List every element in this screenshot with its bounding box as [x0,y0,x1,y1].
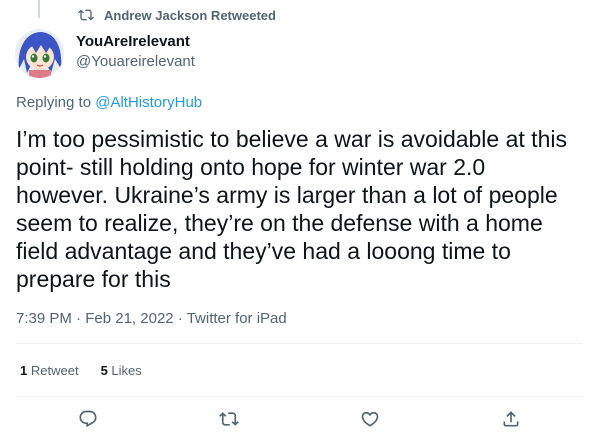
avatar[interactable] [15,29,64,78]
engagement-stats: 1 Retweet 5 Likes [20,363,142,378]
tweet-source[interactable]: Twitter for iPad [187,310,287,327]
meta-separator: · [177,310,183,327]
likes-stat[interactable]: 5 Likes [101,363,142,378]
divider [16,396,582,397]
meta-separator: · [76,310,82,327]
reply-icon[interactable] [77,408,99,430]
retweet-icon [78,7,94,23]
tweet-text: I’m too pessimistic to believe a war is … [16,126,567,292]
retweeted-by-text[interactable]: Andrew Jackson Retweeted [104,8,276,23]
replying-to: Replying to @AltHistoryHub [16,94,202,111]
share-icon[interactable] [500,408,522,430]
author-display-name[interactable]: YouAreIrelevant [76,33,190,50]
tweet-time[interactable]: 7:39 PM [16,310,72,327]
tweet-date[interactable]: Feb 21, 2022 [85,310,173,327]
likes-count: 5 [100,363,108,378]
likes-label: Likes [111,363,142,378]
reply-target-link[interactable]: @AltHistoryHub [95,94,202,111]
retweets-label: Retweet [30,363,79,378]
retweets-count: 1 [20,363,28,378]
author-handle[interactable]: @Youareirelevant [76,53,195,70]
action-bar [0,408,598,438]
divider [16,343,582,344]
thread-connector-line [38,0,40,18]
retweet-action-icon[interactable] [218,408,240,430]
tweet-metadata: 7:39 PM · Feb 21, 2022 · Twitter for iPa… [16,310,287,327]
retweet-context: Andrew Jackson Retweeted [78,7,276,23]
retweets-stat[interactable]: 1 Retweet [20,363,79,378]
like-icon[interactable] [359,408,381,430]
replying-to-prefix: Replying to [16,94,96,111]
